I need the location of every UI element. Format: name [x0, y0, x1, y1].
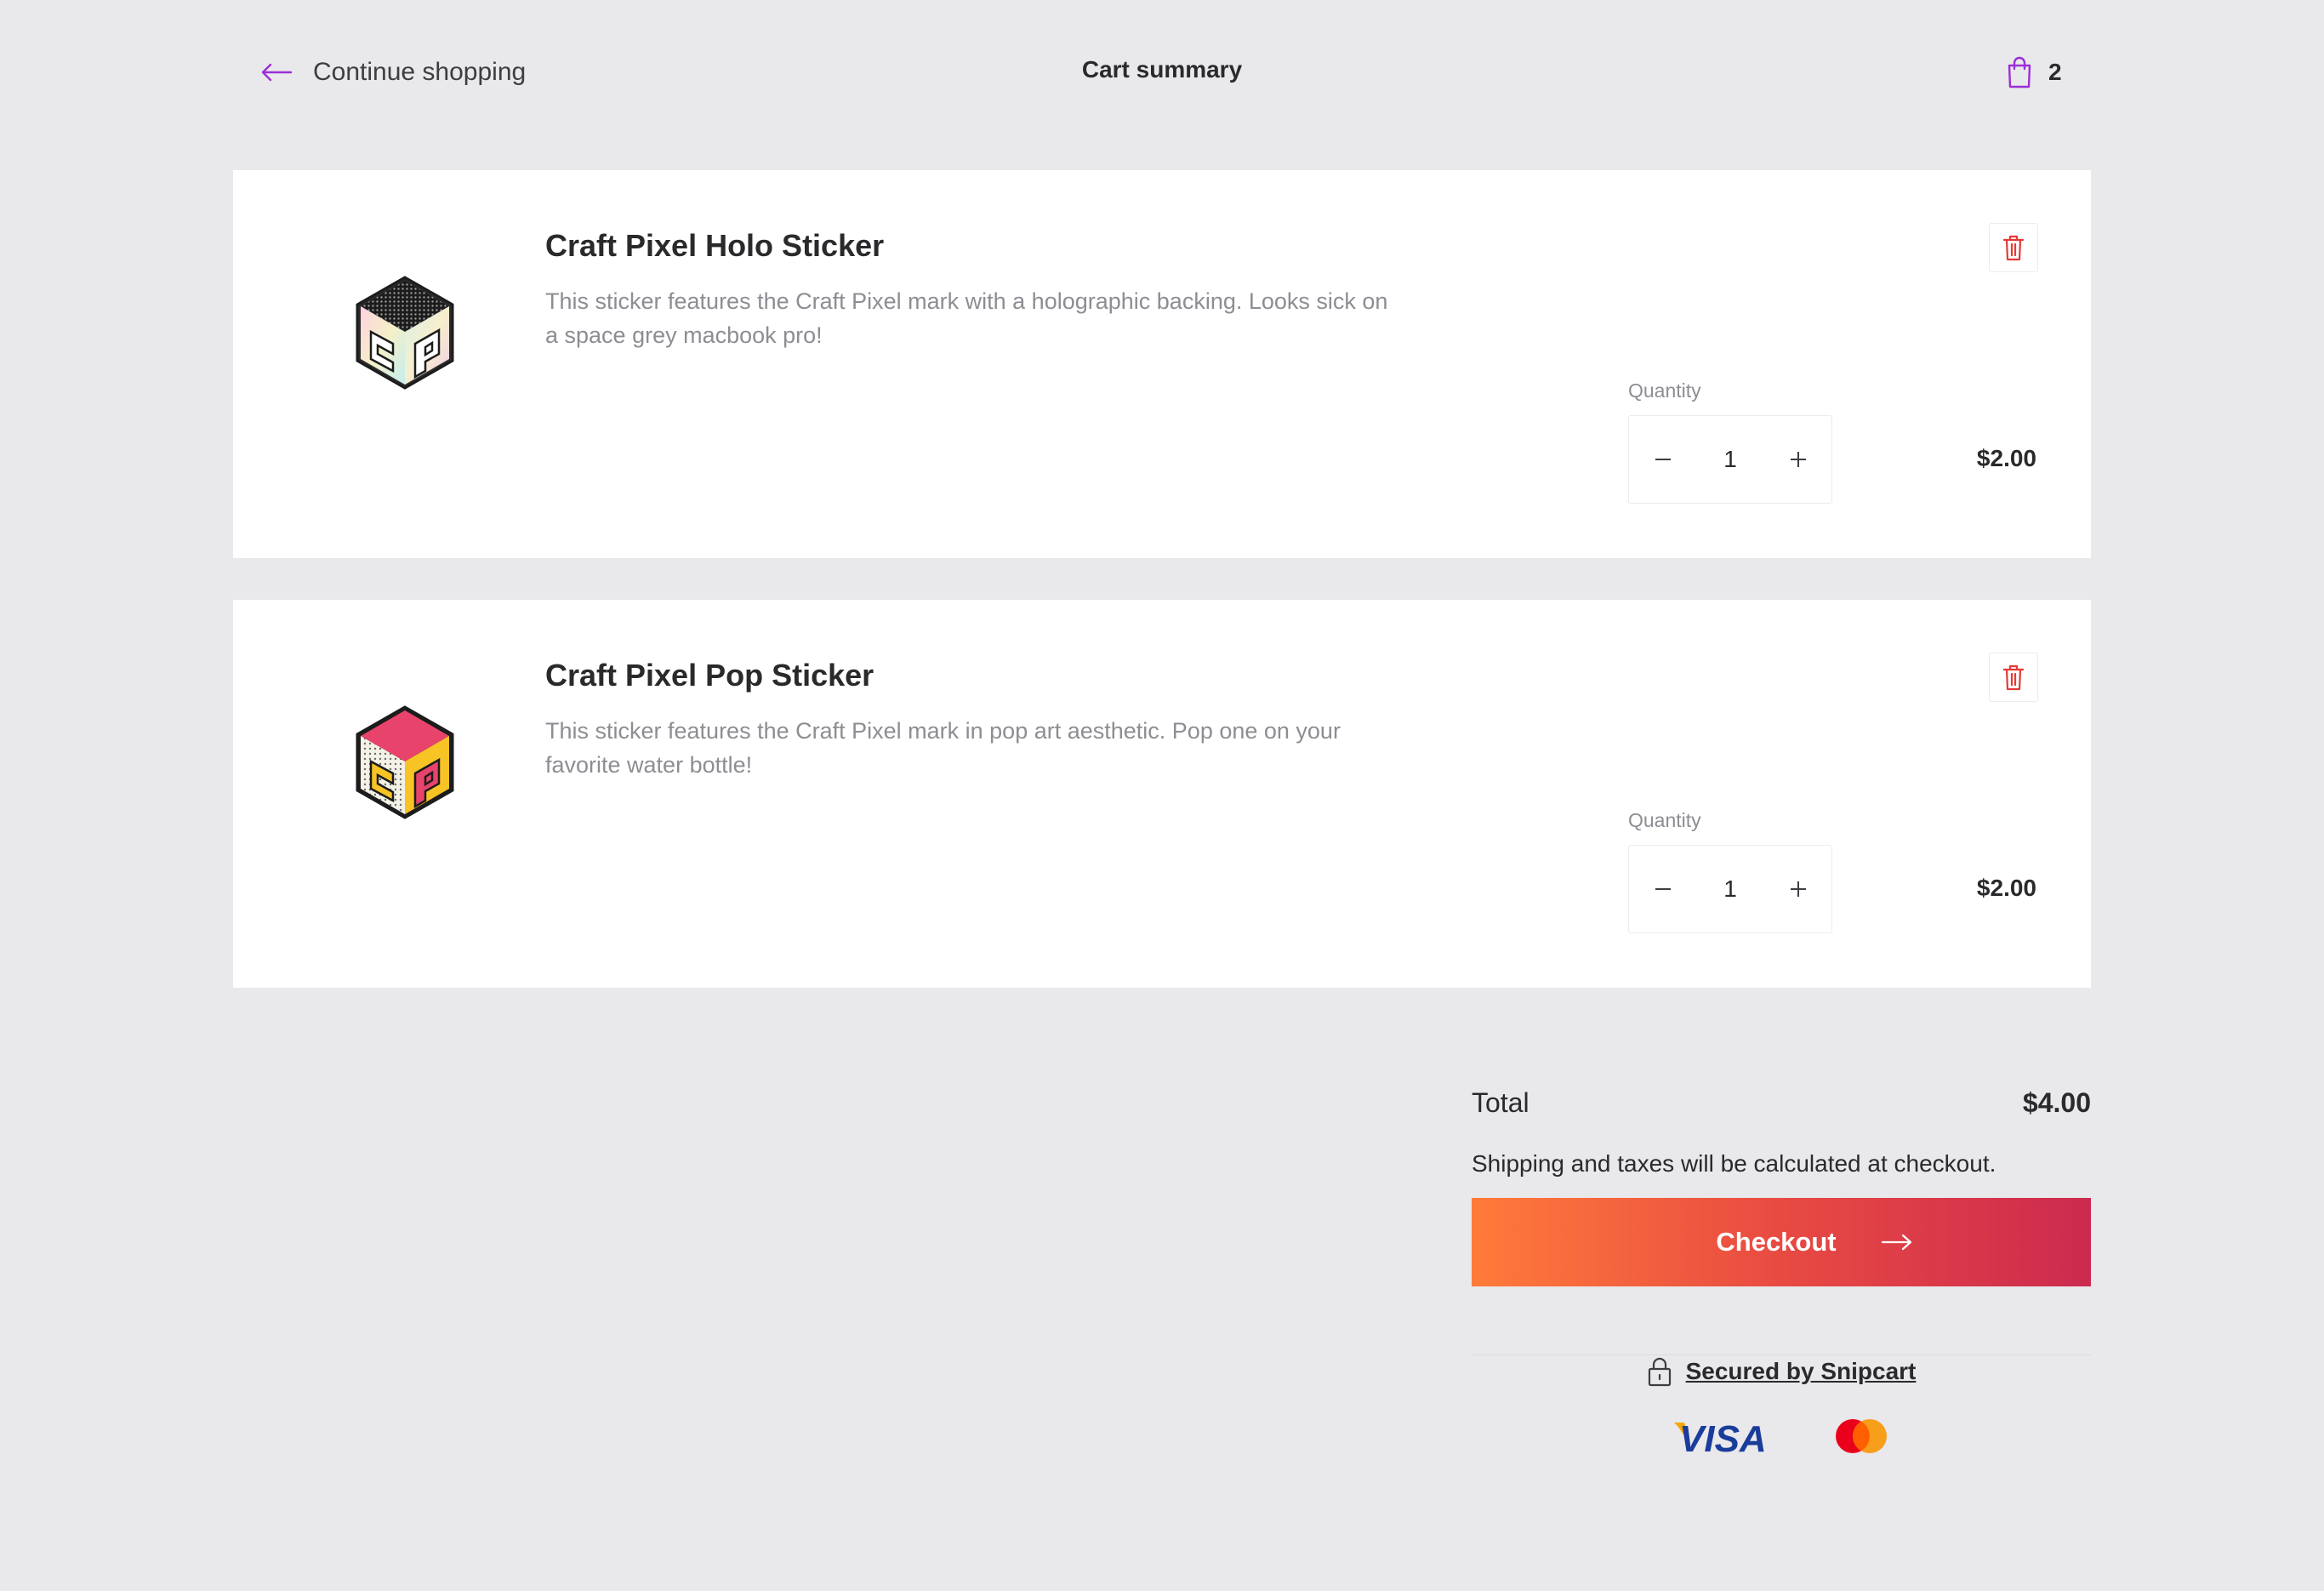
quantity-label: Quantity — [1628, 809, 1701, 831]
shopping-bag-icon — [2008, 56, 2031, 88]
minus-icon — [1655, 459, 1671, 460]
total-label: Total — [1472, 1086, 1529, 1118]
arrow-right-icon — [1881, 1234, 1911, 1251]
decrease-quantity-button[interactable] — [1629, 846, 1696, 932]
secured-by: Secured by Snipcart — [1472, 1356, 2091, 1387]
visa-icon: VISA — [1672, 1417, 1778, 1460]
total-value: $4.00 — [2022, 1086, 2091, 1118]
item-description: This sticker features the Craft Pixel ma… — [545, 288, 1388, 348]
divider — [1472, 1354, 2091, 1355]
quantity-input[interactable] — [1696, 875, 1764, 903]
quantity-stepper — [1628, 845, 1832, 933]
cart-count-indicator[interactable]: 2 — [2006, 53, 2062, 92]
cart-item: Craft Pixel Holo Sticker This sticker fe… — [233, 170, 2091, 558]
holo-sticker-image — [335, 262, 471, 398]
lock-icon — [1648, 1357, 1671, 1387]
quantity-label: Quantity — [1628, 379, 1701, 402]
shipping-note: Shipping and taxes will be calculated at… — [1472, 1150, 1996, 1177]
item-price: $2.00 — [1976, 875, 2036, 901]
page-title: Cart summary — [1081, 56, 1243, 83]
trash-icon — [2002, 664, 2025, 691]
cart-header: Continue shopping Cart summary 2 — [0, 0, 2324, 145]
plus-icon — [1790, 881, 1806, 897]
item-name: Craft Pixel Holo Sticker — [545, 228, 885, 263]
checkout-label: Checkout — [1716, 1227, 1837, 1257]
item-description: This sticker features the Craft Pixel ma… — [545, 718, 1341, 778]
item-name: Craft Pixel Pop Sticker — [545, 658, 874, 693]
decrease-quantity-button[interactable] — [1629, 416, 1696, 503]
increase-quantity-button[interactable] — [1764, 846, 1831, 932]
cart-item: Craft Pixel Pop Sticker This sticker fea… — [233, 600, 2091, 988]
cart-page: Continue shopping Cart summary 2 Craft P… — [0, 0, 2324, 1591]
item-price: $2.00 — [1976, 445, 2036, 471]
increase-quantity-button[interactable] — [1764, 416, 1831, 503]
payment-methods: VISA — [1472, 1417, 2091, 1460]
remove-item-button[interactable] — [1989, 223, 2038, 272]
svg-text:VISA: VISA — [1679, 1418, 1767, 1455]
remove-item-button[interactable] — [1989, 653, 2038, 702]
checkout-button[interactable]: Checkout — [1472, 1198, 2091, 1286]
cart-summary: Total $4.00 Shipping and taxes will be c… — [1472, 1079, 2091, 1460]
secured-by-snipcart-link[interactable]: Secured by Snipcart — [1686, 1358, 1917, 1385]
quantity-stepper — [1628, 415, 1832, 504]
plus-icon — [1790, 452, 1806, 467]
total-row: Total $4.00 — [1472, 1079, 2091, 1126]
cart-count: 2 — [2048, 59, 2062, 85]
minus-icon — [1655, 888, 1671, 890]
trash-icon — [2002, 235, 2025, 261]
pop-sticker-image — [335, 692, 471, 828]
quantity-input[interactable] — [1696, 446, 1764, 473]
mastercard-icon — [1832, 1417, 1890, 1459]
